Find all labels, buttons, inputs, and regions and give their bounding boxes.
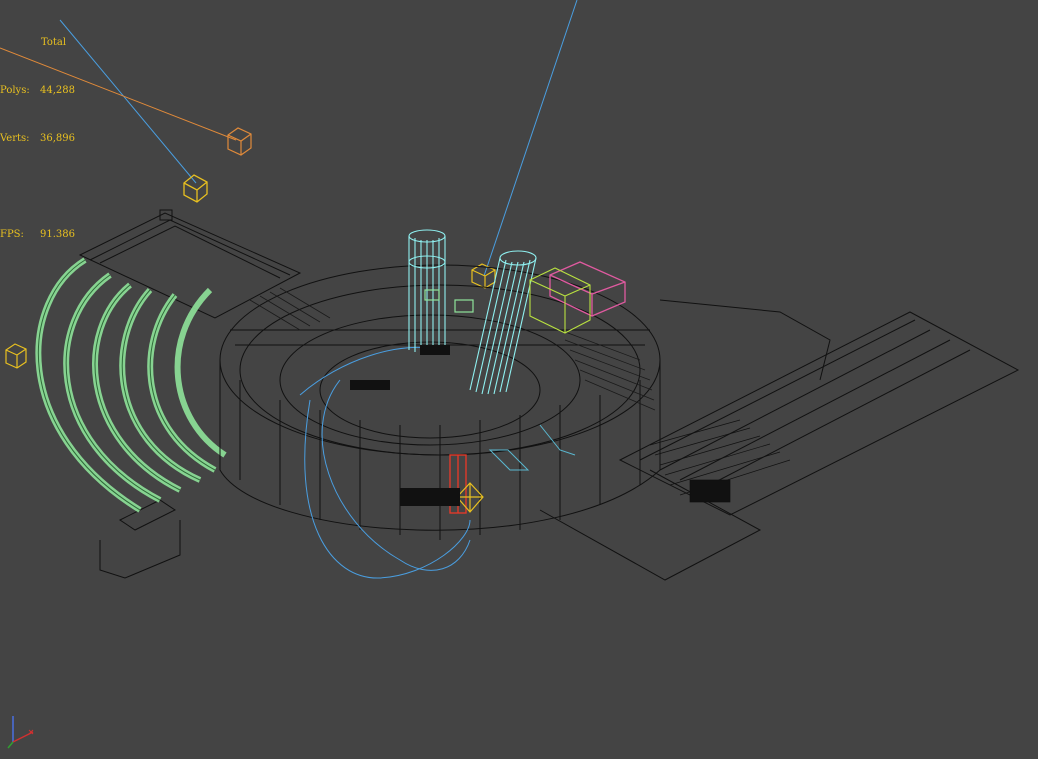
verts-stat: Verts: 36,896: [0, 131, 75, 147]
machinery: [350, 345, 460, 506]
wireframe-scene[interactable]: [0, 0, 1038, 759]
3d-viewport[interactable]: Total Polys: 44,288 Verts: 36,896 FPS: 91.3…: [0, 0, 1038, 759]
right-walkway[interactable]: [539, 299, 1020, 581]
verts-label: Verts:: [0, 133, 30, 144]
polys-stat: Polys: 44,288: [0, 83, 75, 99]
stair-hatching: [249, 287, 656, 411]
teal-object: [488, 424, 576, 471]
stats-overlay: Total Polys: 44,288 Verts: 36,896 FPS: 91.3…: [0, 3, 75, 275]
polys-label: Polys:: [0, 85, 30, 96]
camera-target-line: [59, 19, 197, 184]
left-platform[interactable]: [78, 209, 302, 579]
fps-stat: FPS: 91.386: [0, 227, 75, 243]
curved-pipes[interactable]: [35, 257, 227, 513]
yellow-light-icon[interactable]: [183, 174, 208, 203]
camera-icon[interactable]: [456, 482, 484, 513]
polys-value: 44,288: [40, 85, 75, 96]
spot-light-line: [483, 0, 578, 277]
grate-floor: [649, 419, 791, 503]
orange-light-icon[interactable]: [227, 127, 252, 156]
green-small-parts: [424, 289, 474, 313]
stats-spacer: [0, 179, 75, 195]
stats-header: Total: [41, 37, 67, 48]
fps-value: 91.386: [40, 229, 75, 240]
yellow-light-icon-left[interactable]: [5, 343, 27, 369]
xyz-axis-icon: [7, 716, 34, 749]
fps-label: FPS:: [0, 229, 24, 240]
glass-column-left[interactable]: [408, 229, 446, 355]
verts-value: 36,896: [40, 133, 75, 144]
